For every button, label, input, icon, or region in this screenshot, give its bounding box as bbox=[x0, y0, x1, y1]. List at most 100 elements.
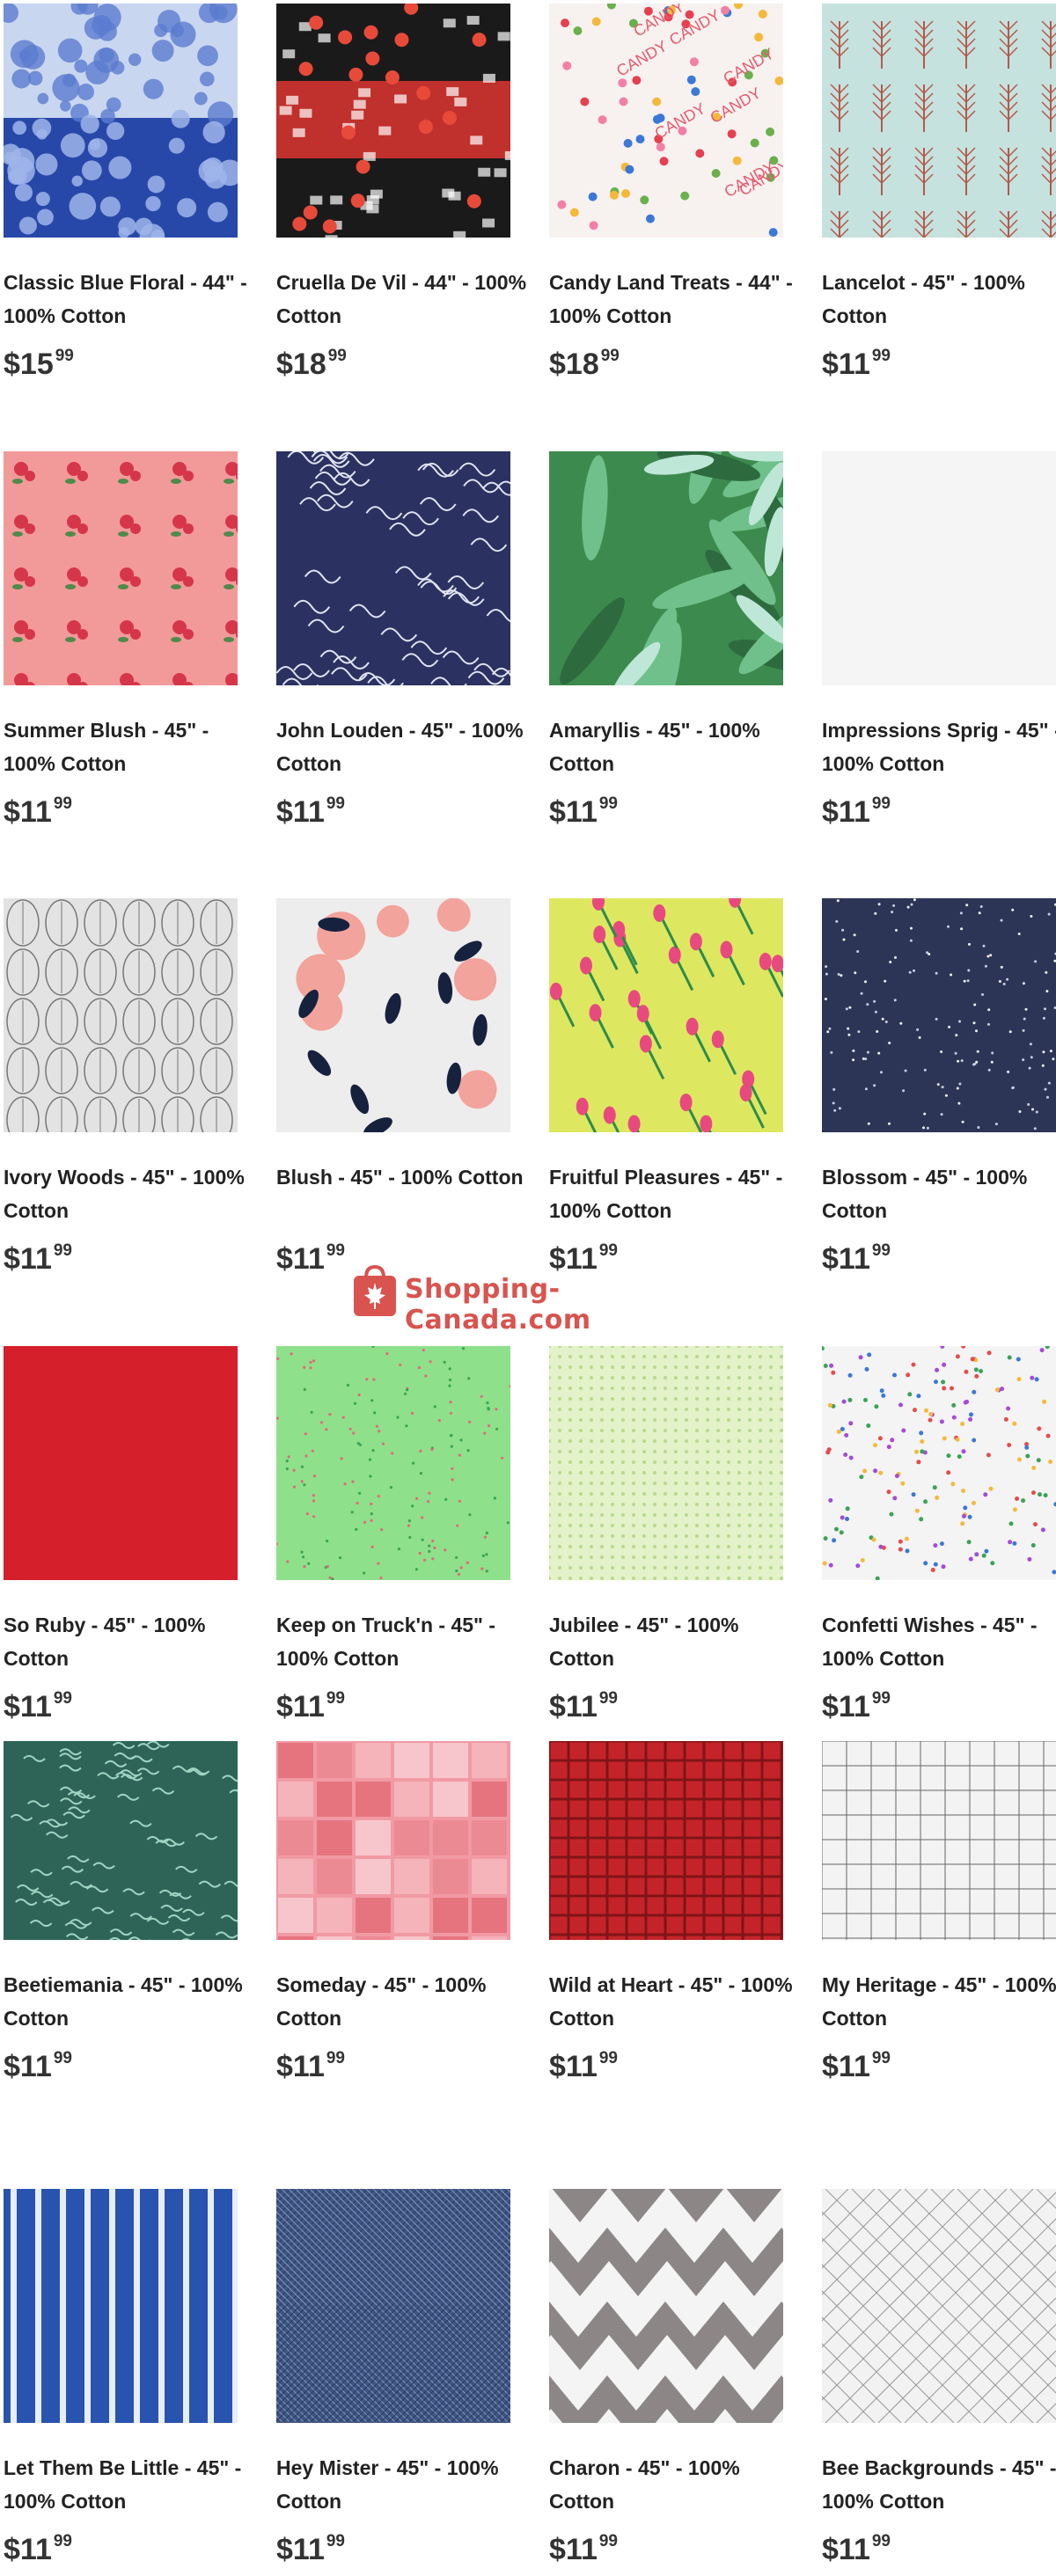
product-price: $11 99 bbox=[276, 1689, 345, 1724]
product-card[interactable]: Amaryllis - 45" - 100% Cotton $11 99 bbox=[549, 451, 783, 882]
product-name[interactable]: Keep on Truck'n - 45" - 100% Cotton bbox=[276, 1608, 532, 1675]
product-card[interactable]: Classic Blue Floral - 44" - 100% Cotton $… bbox=[4, 4, 247, 435]
price-dollars: $11 bbox=[549, 1690, 598, 1723]
product-image[interactable] bbox=[549, 1741, 783, 1940]
price-dollars: $15 bbox=[4, 348, 54, 381]
product-name[interactable]: John Louden - 45" - 100% Cotton bbox=[276, 714, 532, 780]
product-name[interactable]: Wild at Heart - 45" - 100% Cotton bbox=[549, 1968, 804, 2035]
price-cents: 99 bbox=[326, 794, 345, 813]
product-card[interactable]: CANDY CANDY CANDY CANDY CANDY CANDY CANDY CANDY… bbox=[549, 4, 793, 435]
product-price: $11 99 bbox=[549, 794, 618, 830]
product-name[interactable]: Fruitful Pleasures - 45" - 100% Cotton bbox=[549, 1160, 804, 1227]
price-dollars: $11 bbox=[549, 2050, 598, 2083]
product-image[interactable] bbox=[276, 2189, 510, 2423]
product-name[interactable]: Jubilee - 45" - 100% Cotton bbox=[549, 1608, 804, 1675]
product-card[interactable]: Confetti Wishes - 45" - 100% Cotton $11 99 bbox=[822, 1346, 1056, 1777]
product-image[interactable] bbox=[276, 4, 510, 238]
product-card[interactable]: John Louden - 45" - 100% Cotton $11 99 bbox=[276, 451, 524, 882]
price-dollars: $18 bbox=[276, 348, 326, 381]
watermark-text: Shopping-Canada.com bbox=[405, 1274, 591, 1336]
product-price: $11 99 bbox=[822, 794, 891, 830]
product-name[interactable]: Impressions Sprig - 45" - 100% Cotton bbox=[822, 714, 1056, 780]
product-image[interactable] bbox=[549, 1346, 783, 1580]
price-dollars: $11 bbox=[4, 2533, 52, 2566]
product-name[interactable]: Amaryllis - 45" - 100% Cotton bbox=[549, 714, 804, 780]
product-image[interactable] bbox=[4, 898, 238, 1132]
product-name[interactable]: So Ruby - 45" - 100% Cotton bbox=[4, 1608, 259, 1675]
product-name[interactable]: Blush - 45" - 100% Cotton bbox=[276, 1160, 532, 1194]
product-name[interactable]: Hey Mister - 45" - 100% Cotton bbox=[276, 2451, 532, 2518]
product-name[interactable]: Beetiemania - 45" - 100% Cotton bbox=[4, 1968, 259, 2035]
product-name[interactable]: Confetti Wishes - 45" - 100% Cotton bbox=[822, 1608, 1056, 1675]
product-image[interactable] bbox=[549, 2189, 783, 2423]
product-image[interactable] bbox=[822, 1346, 1056, 1580]
product-image[interactable] bbox=[4, 451, 238, 685]
price-cents: 99 bbox=[871, 347, 891, 365]
product-image[interactable] bbox=[822, 451, 1056, 685]
product-name[interactable]: Someday - 45" - 100% Cotton bbox=[276, 1968, 532, 2035]
product-price: $11 99 bbox=[276, 1241, 345, 1277]
product-name[interactable]: Bee Backgrounds - 45" - 100% Cotton bbox=[822, 2451, 1056, 2518]
product-card[interactable]: Charon - 45" - 100% Cotton $11 99 bbox=[549, 2189, 783, 2576]
product-image[interactable] bbox=[276, 1741, 510, 1940]
product-image[interactable] bbox=[822, 2189, 1056, 2423]
product-card[interactable]: Ivory Woods - 45" - 100% Cotton $11 99 bbox=[4, 898, 245, 1329]
shopping-bag-maple-leaf-icon bbox=[354, 1264, 396, 1316]
price-dollars: $11 bbox=[549, 2533, 598, 2566]
product-image[interactable] bbox=[822, 898, 1056, 1132]
product-card[interactable]: So Ruby - 45" - 100% Cotton $11 99 bbox=[4, 1346, 238, 1777]
product-image[interactable] bbox=[276, 898, 510, 1132]
product-image[interactable] bbox=[822, 4, 1056, 238]
product-card[interactable]: Blossom - 45" - 100% Cotton $11 99 bbox=[822, 898, 1056, 1329]
product-card[interactable]: Beetiemania - 45" - 100% Cotton $11 99 bbox=[4, 1741, 243, 2172]
product-name[interactable]: Cruella De Vil - 44" - 100% Cotton bbox=[276, 266, 532, 333]
price-dollars: $11 bbox=[4, 1690, 52, 1723]
product-name[interactable]: My Heritage - 45" - 100% Cotton bbox=[822, 1968, 1056, 2035]
product-image[interactable] bbox=[4, 1741, 238, 1940]
price-cents: 99 bbox=[55, 347, 74, 365]
product-card[interactable]: Bee Backgrounds - 45" - 100% Cotton $11 99 bbox=[822, 2189, 1056, 2576]
product-name[interactable]: Classic Blue Floral - 44" - 100% Cotton bbox=[4, 266, 259, 333]
product-image[interactable] bbox=[4, 4, 238, 238]
price-cents: 99 bbox=[871, 794, 891, 813]
product-image[interactable]: CANDY CANDY CANDY CANDY CANDY CANDY CANDY CANDY bbox=[549, 4, 783, 238]
price-cents: 99 bbox=[327, 347, 347, 365]
product-price: $15 99 bbox=[4, 347, 74, 382]
product-image[interactable] bbox=[549, 898, 783, 1132]
price-cents: 99 bbox=[53, 2532, 72, 2550]
product-name[interactable]: Ivory Woods - 45" - 100% Cotton bbox=[4, 1160, 259, 1227]
price-dollars: $11 bbox=[822, 1690, 870, 1723]
product-card[interactable]: Someday - 45" - 100% Cotton $11 99 bbox=[276, 1741, 510, 2172]
product-price: $11 99 bbox=[4, 1689, 72, 1724]
product-card[interactable]: Lancelot - 45" - 100% Cotton $11 99 bbox=[822, 4, 1056, 435]
price-dollars: $11 bbox=[822, 348, 870, 381]
product-image[interactable] bbox=[276, 451, 510, 685]
price-dollars: $18 bbox=[549, 348, 599, 381]
product-image[interactable] bbox=[276, 1346, 510, 1580]
product-card[interactable]: Summer Blush - 45" - 100% Cotton $11 99 bbox=[4, 451, 238, 882]
price-cents: 99 bbox=[326, 1689, 345, 1708]
product-card[interactable]: Keep on Truck'n - 45" - 100% Cotton $11 99 bbox=[276, 1346, 510, 1777]
product-image[interactable] bbox=[4, 1346, 238, 1580]
product-card[interactable]: Wild at Heart - 45" - 100% Cotton $11 99 bbox=[549, 1741, 793, 2172]
product-name[interactable]: Lancelot - 45" - 100% Cotton bbox=[822, 266, 1056, 333]
product-price: $11 99 bbox=[822, 1241, 891, 1277]
product-card[interactable]: Impressions Sprig - 45" - 100% Cotton $11… bbox=[822, 451, 1056, 882]
product-price: $11 99 bbox=[4, 2532, 72, 2567]
product-card[interactable]: Cruella De Vil - 44" - 100% Cotton $18 99 bbox=[276, 4, 526, 435]
product-name[interactable]: Charon - 45" - 100% Cotton bbox=[549, 2451, 804, 2518]
product-image[interactable] bbox=[549, 451, 783, 685]
product-card[interactable]: My Heritage - 45" - 100% Cotton $11 99 bbox=[822, 1741, 1056, 2172]
product-name[interactable]: Blossom - 45" - 100% Cotton bbox=[822, 1160, 1056, 1227]
product-price: $11 99 bbox=[549, 2049, 618, 2084]
product-card[interactable]: Jubilee - 45" - 100% Cotton $11 99 bbox=[549, 1346, 783, 1777]
product-image[interactable] bbox=[4, 2189, 238, 2423]
product-name[interactable]: Summer Blush - 45" - 100% Cotton bbox=[4, 714, 259, 780]
price-dollars: $11 bbox=[276, 2050, 325, 2083]
price-cents: 99 bbox=[598, 1241, 618, 1260]
product-card[interactable]: Let Them Be Little - 45" - 100% Cotton $1… bbox=[4, 2189, 241, 2576]
product-name[interactable]: Let Them Be Little - 45" - 100% Cotton bbox=[4, 2451, 259, 2518]
product-card[interactable]: Hey Mister - 45" - 100% Cotton $11 99 bbox=[276, 2189, 510, 2576]
product-image[interactable] bbox=[822, 1741, 1056, 1940]
product-name[interactable]: Candy Land Treats - 44" - 100% Cotton bbox=[549, 266, 804, 333]
